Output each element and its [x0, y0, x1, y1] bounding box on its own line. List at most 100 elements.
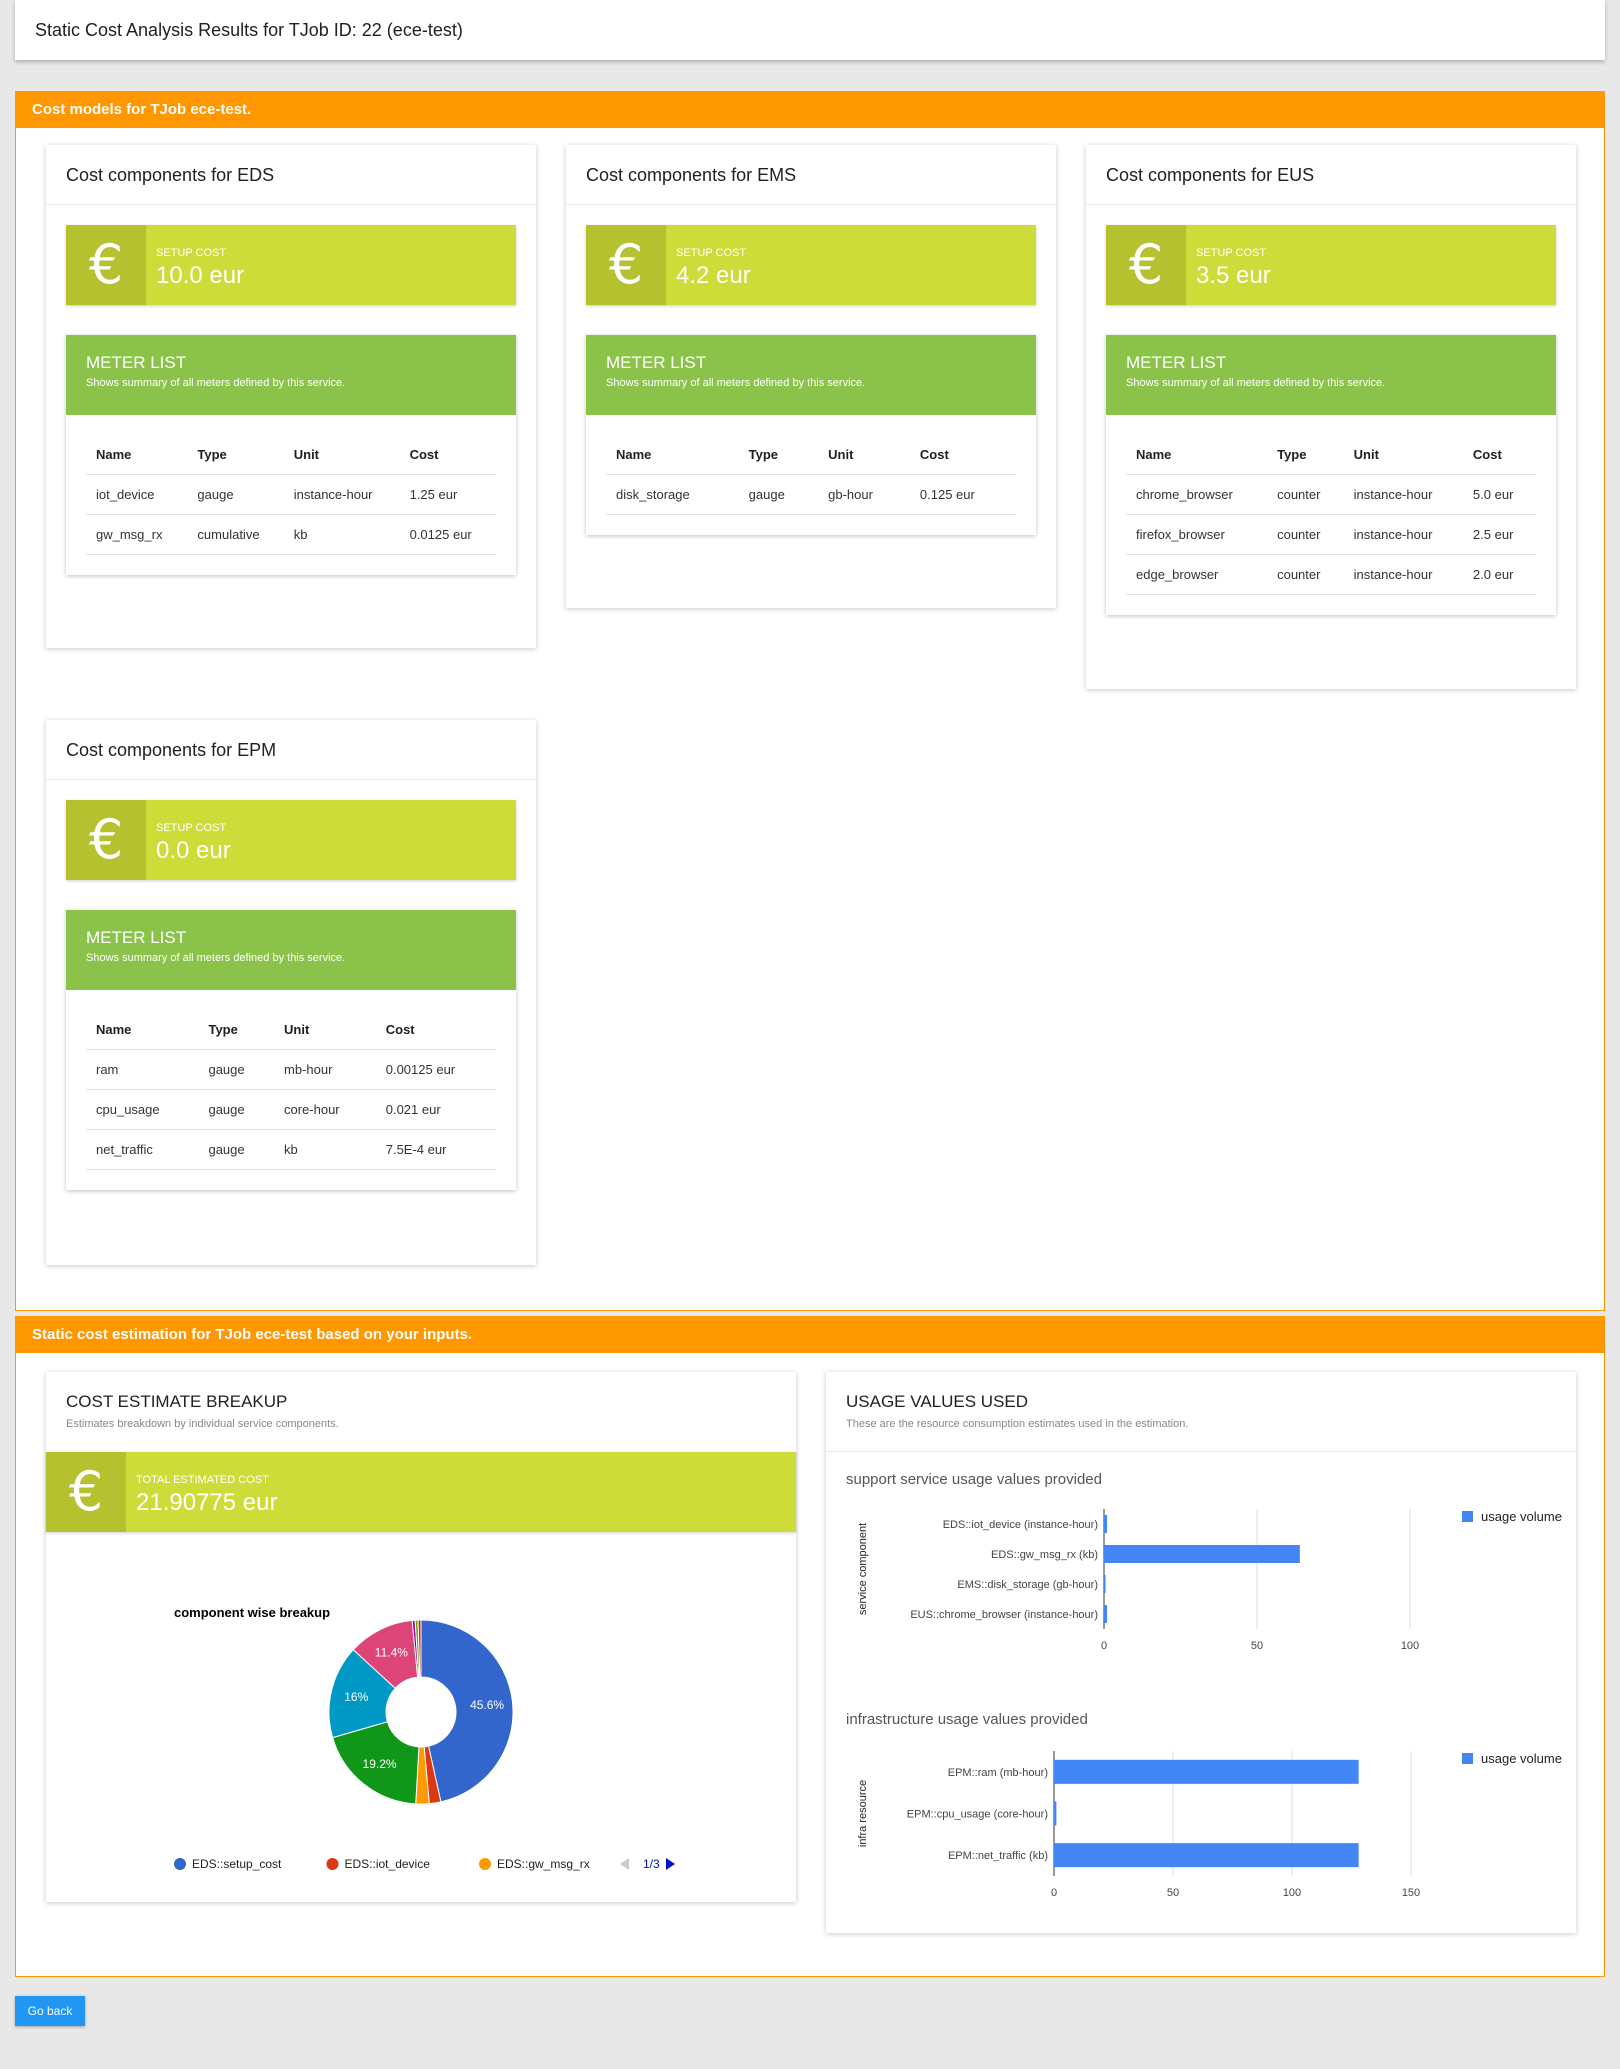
- col-cost: Cost: [399, 435, 496, 475]
- x-tick-label: 100: [1401, 1640, 1419, 1652]
- card-title: Cost components for EPM: [46, 720, 536, 780]
- col-cost: Cost: [375, 1010, 496, 1050]
- meter-name: iot_device: [86, 474, 188, 515]
- legend-marker: [174, 1858, 186, 1870]
- col-type: Type: [738, 435, 819, 475]
- y-category-label: EUS::chrome_browser (instance-hour): [910, 1609, 1098, 1621]
- setup-cost-box: € SETUP COST 3.5 eur: [1106, 225, 1556, 305]
- meter-name: net_traffic: [86, 1129, 199, 1170]
- card-title: Cost components for EDS: [46, 145, 536, 205]
- total-cost-box: € TOTAL ESTIMATED COST 21.90775 eur: [46, 1452, 796, 1532]
- col-unit: Unit: [283, 435, 400, 475]
- y-category-label: EPM::cpu_usage (core-hour): [907, 1809, 1048, 1821]
- legend-pager: 1/3: [643, 1857, 660, 1871]
- table-row: gw_msg_rx cumulative kb 0.0125 eur: [86, 514, 496, 555]
- col-name: Name: [1126, 435, 1268, 475]
- cost-models-heading: Cost models for TJob ece-test.: [16, 92, 1604, 128]
- meter-type: counter: [1267, 474, 1344, 515]
- euro-icon: €: [586, 225, 666, 305]
- meter-type: cumulative: [187, 514, 284, 555]
- y-category-label: EMS::disk_storage (gb-hour): [957, 1579, 1098, 1591]
- meter-list: METER LIST Shows summary of all meters d…: [586, 335, 1036, 535]
- meter-type: gauge: [198, 1089, 274, 1130]
- legend-marker: [479, 1858, 491, 1870]
- cost-models-section: Cost models for TJob ece-test. Cost comp…: [15, 91, 1605, 1311]
- component-breakup-pie-chart: component wise breakup 45.6% 19.2% 16% 11.4%…: [174, 1605, 675, 1871]
- meter-type: counter: [1267, 554, 1344, 595]
- card-title: Cost components for EUS: [1086, 145, 1576, 205]
- col-unit: Unit: [1343, 435, 1463, 475]
- meter-cost: 7.5E-4 eur: [375, 1129, 496, 1170]
- usage-title: USAGE VALUES USED: [846, 1392, 1029, 1411]
- meter-list: METER LIST Shows summary of all meters d…: [66, 335, 516, 575]
- pie-chart-title: component wise breakup: [174, 1605, 330, 1620]
- meter-name: chrome_browser: [1126, 474, 1268, 515]
- meter-table: Name Type Unit Cost iot_device gauge instance…: [86, 435, 496, 555]
- bar: [1104, 1515, 1108, 1533]
- euro-icon: €: [1106, 225, 1186, 305]
- meter-list-header: METER LIST Shows summary of all meters d…: [66, 335, 516, 415]
- meter-list-title: METER LIST: [606, 353, 707, 372]
- col-unit: Unit: [818, 435, 910, 475]
- pie-slice-label: 16%: [344, 1690, 368, 1704]
- support-usage-bar-chart: support service usage values provided 0 50…: [846, 1471, 1562, 1652]
- y-category-label: EPM::net_traffic (kb): [948, 1850, 1048, 1862]
- col-type: Type: [1267, 435, 1344, 475]
- pie-slice-label: 19.2%: [363, 1757, 397, 1771]
- cost-card-ems: Cost components for EMS € SETUP COST 4.2…: [566, 145, 1056, 608]
- y-category-label: EDS::iot_device (instance-hour): [943, 1519, 1098, 1531]
- meter-list-header: METER LIST Shows summary of all meters d…: [1106, 335, 1556, 415]
- usage-subtitle: These are the resource consumption estim…: [846, 1418, 1189, 1430]
- breakup-title: COST ESTIMATE BREAKUP: [66, 1392, 288, 1411]
- infra-usage-bar-chart: infrastructure usage values provided 0 50 1…: [846, 1711, 1562, 1899]
- table-row: chrome_browser counter instance-hour 5.0 eu…: [1126, 474, 1536, 515]
- setup-cost-label: SETUP COST: [156, 247, 227, 259]
- meter-cost: 2.5 eur: [1462, 514, 1536, 555]
- col-cost: Cost: [909, 435, 1016, 475]
- card-title: Cost components for EMS: [566, 145, 1056, 205]
- col-type: Type: [198, 1010, 274, 1050]
- usage-values-card: USAGE VALUES USED These are the resource…: [826, 1372, 1576, 1933]
- meter-list-subtitle: Shows summary of all meters defined by t…: [86, 377, 346, 389]
- cost-card-eus: Cost components for EUS € SETUP COST 3.5…: [1086, 145, 1576, 689]
- bar: [1054, 1843, 1359, 1868]
- meter-unit: kb: [274, 1129, 376, 1170]
- bar: [1054, 1801, 1057, 1826]
- legend-marker: [1462, 1511, 1473, 1522]
- meter-unit: core-hour: [274, 1089, 376, 1130]
- table-row: net_traffic gauge kb 7.5E-4 eur: [86, 1129, 496, 1170]
- go-back-button[interactable]: Go back: [15, 1996, 85, 2026]
- setup-cost-value: 0.0 eur: [156, 837, 231, 864]
- meter-type: gauge: [198, 1049, 274, 1090]
- col-cost: Cost: [1462, 435, 1536, 475]
- bar: [1104, 1605, 1108, 1623]
- meter-unit: mb-hour: [274, 1049, 376, 1090]
- meter-name: gw_msg_rx: [86, 514, 188, 555]
- meter-unit: instance-hour: [283, 474, 400, 515]
- pie-slice-label: 45.6%: [470, 1698, 504, 1712]
- meter-list-subtitle: Shows summary of all meters defined by t…: [606, 377, 866, 389]
- setup-cost-box: € SETUP COST 10.0 eur: [66, 225, 516, 305]
- table-row: ram gauge mb-hour 0.00125 eur: [86, 1049, 496, 1090]
- col-unit: Unit: [274, 1010, 376, 1050]
- setup-cost-box: € SETUP COST 4.2 eur: [586, 225, 1036, 305]
- cost-breakup-card: COST ESTIMATE BREAKUP Estimates breakdow…: [46, 1372, 796, 1902]
- y-axis-label: infra resource: [857, 1780, 869, 1847]
- legend-marker: [326, 1858, 339, 1870]
- x-tick-label: 0: [1101, 1640, 1107, 1652]
- meter-cost: 0.00125 eur: [375, 1049, 496, 1090]
- meter-name: edge_browser: [1126, 554, 1268, 595]
- legend-label: EDS::gw_msg_rx: [497, 1857, 590, 1871]
- total-cost-value: 21.90775 eur: [136, 1489, 278, 1516]
- setup-cost-box: € SETUP COST 0.0 eur: [66, 800, 516, 880]
- meter-list-subtitle: Shows summary of all meters defined by t…: [1126, 377, 1386, 389]
- meter-name: cpu_usage: [86, 1089, 199, 1130]
- table-row: cpu_usage gauge core-hour 0.021 eur: [86, 1089, 496, 1130]
- pie-slice-label: 11.4%: [375, 1645, 408, 1659]
- euro-icon: €: [66, 800, 146, 880]
- meter-list-title: METER LIST: [86, 353, 187, 372]
- x-tick-label: 150: [1402, 1887, 1420, 1899]
- x-tick-label: 50: [1251, 1640, 1263, 1652]
- setup-cost-label: SETUP COST: [676, 247, 747, 259]
- setup-cost-value: 4.2 eur: [676, 262, 751, 289]
